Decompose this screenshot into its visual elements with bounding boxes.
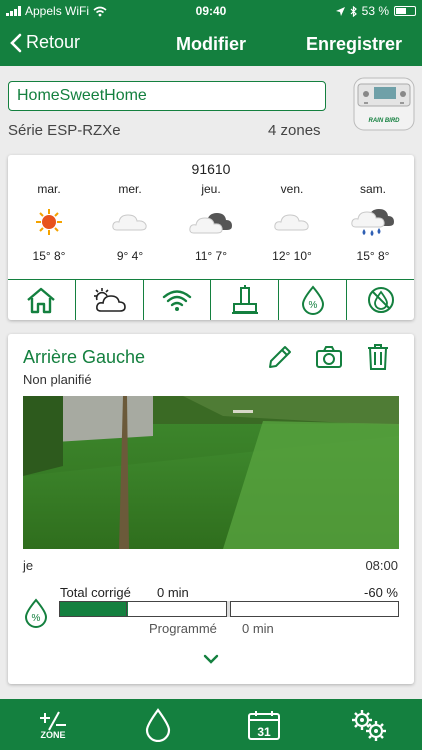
- water-adjust-slider[interactable]: [59, 601, 399, 617]
- no-water-icon: [367, 287, 394, 313]
- forecast-day: sam. 15° 8°: [332, 182, 414, 272]
- toolbar-water-button[interactable]: [138, 699, 178, 750]
- battery-icon: [394, 6, 416, 16]
- rain-cloud-icon: [332, 202, 414, 242]
- zone-count: 4 zones: [268, 122, 321, 139]
- zone-name: Arrière Gauche: [23, 347, 146, 367]
- toolbar-zone-label: ZONE: [40, 729, 66, 740]
- programmed-minutes: 0 min: [242, 621, 274, 636]
- percent-drop-icon: %: [24, 598, 48, 628]
- total-corrected-label: Total corrigé: [60, 585, 131, 600]
- save-button[interactable]: Enregistrer: [306, 34, 402, 55]
- tab-water-adjust[interactable]: %: [279, 280, 348, 320]
- tab-rain-delay[interactable]: [347, 280, 414, 320]
- sun-cloud-icon: [94, 288, 127, 312]
- location-arrow-icon: [335, 6, 345, 16]
- day-temps: 12° 10°: [272, 249, 312, 263]
- watering-day: je: [23, 558, 34, 573]
- weather-location: 91610: [191, 161, 231, 177]
- day-name: sam.: [359, 182, 386, 196]
- bottom-toolbar: ZONE 31: [0, 699, 422, 750]
- cloud-dark-icon: [170, 202, 252, 242]
- day-temps: 15° 8°: [32, 249, 66, 263]
- forecast-day: jeu. 11° 7°: [170, 182, 252, 272]
- cloud-icon: [251, 202, 333, 242]
- home-icon: [27, 287, 56, 314]
- svg-text:%: %: [32, 613, 41, 624]
- chevron-down-icon[interactable]: [202, 652, 220, 666]
- water-drop-icon: [145, 707, 171, 742]
- slider-divider: [126, 602, 127, 616]
- gears-icon: [352, 709, 386, 741]
- adjust-percent: -60 %: [364, 585, 398, 600]
- back-label: Retour: [26, 32, 81, 52]
- svg-text:%: %: [308, 300, 317, 311]
- status-right: 53 %: [335, 4, 416, 18]
- brand-logo: RAIN BIRD: [369, 118, 401, 124]
- zone-photo: [23, 396, 399, 549]
- day-temps: 9° 4°: [116, 249, 144, 263]
- watering-time: 08:00: [365, 558, 398, 573]
- trash-icon: [368, 344, 388, 370]
- forecast-day: mer. 9° 4°: [89, 182, 171, 272]
- tab-home[interactable]: [8, 280, 76, 320]
- bluetooth-icon: [350, 5, 357, 17]
- weather-card: 91610 mar. 15° 8° mer. 9° 4° jeu. 11° 7°…: [8, 155, 414, 320]
- back-button[interactable]: Retour: [10, 32, 80, 53]
- programmed-label: Programmé: [149, 621, 217, 636]
- toolbar-settings-button[interactable]: [348, 699, 390, 750]
- delete-zone-button[interactable]: [363, 342, 393, 372]
- forecast-day: ven. 12° 10°: [251, 182, 333, 272]
- battery-percent: 53 %: [361, 4, 389, 18]
- zone-photo-button[interactable]: [314, 342, 344, 372]
- tab-wifi[interactable]: [144, 280, 212, 320]
- forecast-day: mar. 15° 8°: [8, 182, 90, 272]
- pencil-icon: [269, 346, 291, 368]
- day-name: ven.: [280, 182, 304, 196]
- tab-weather[interactable]: [76, 280, 144, 320]
- day-temps: 11° 7°: [194, 249, 228, 263]
- edit-zone-button[interactable]: [265, 342, 295, 372]
- controller-series: Série ESP-RZXe: [8, 122, 121, 139]
- day-temps: 15° 8°: [356, 249, 390, 263]
- sun-icon: [8, 202, 90, 242]
- chevron-left-icon: [10, 33, 22, 52]
- calendar-date: 31: [257, 725, 271, 739]
- cloud-icon: [89, 202, 171, 242]
- day-name: jeu.: [201, 182, 221, 196]
- zone-card: Arrière Gauche Non planifié je 08:00 % T…: [8, 334, 414, 684]
- toolbar-calendar-button[interactable]: 31: [244, 699, 284, 750]
- controller-icon: [231, 285, 258, 314]
- total-corrected-minutes: 0 min: [157, 585, 189, 600]
- toolbar-zone-button[interactable]: ZONE: [30, 699, 76, 750]
- day-name: mer.: [118, 182, 142, 196]
- camera-icon: [316, 346, 342, 368]
- controller-image: RAIN BIRD: [353, 77, 415, 131]
- tab-controller[interactable]: [211, 280, 280, 320]
- controller-tabs: %: [8, 279, 414, 320]
- day-name: mar.: [37, 182, 61, 196]
- calendar-icon: 31: [248, 710, 280, 740]
- water-adjust-fill: [60, 602, 128, 616]
- nav-bar: Retour Modifier Enregistrer: [0, 22, 422, 66]
- plus-minus-icon: [40, 711, 66, 730]
- status-bar: Appels WiFi 09:40 53 %: [0, 0, 422, 22]
- wifi-icon: [162, 290, 192, 311]
- controller-name-input[interactable]: [8, 81, 326, 111]
- zone-schedule-status: Non planifié: [23, 372, 92, 387]
- percent-drop-icon: %: [301, 285, 324, 315]
- slider-handle[interactable]: [226, 601, 231, 617]
